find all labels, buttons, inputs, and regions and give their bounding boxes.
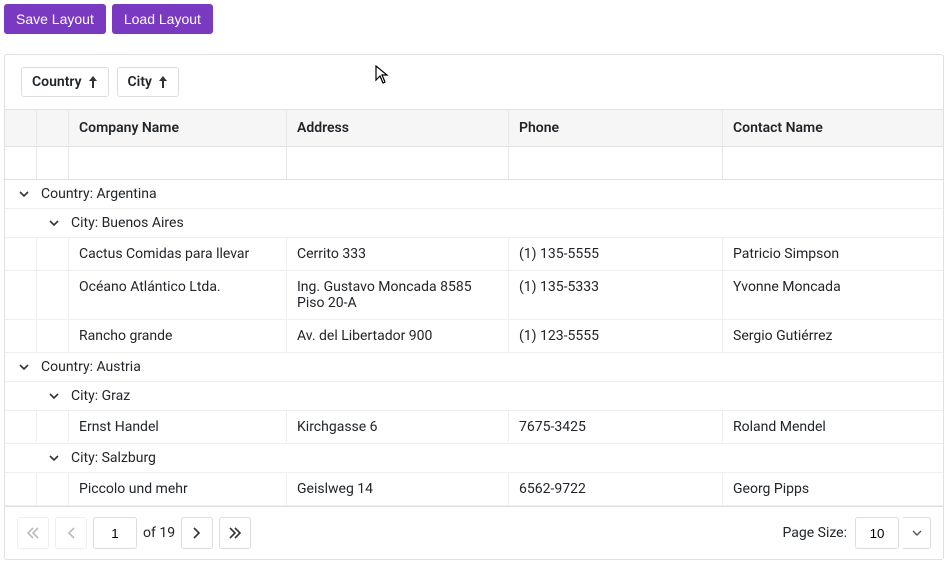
group-label: Country: Argentina [41,186,157,202]
load-layout-button[interactable]: Load Layout [112,4,213,34]
page-total-label: of 19 [143,525,175,541]
table-row[interactable]: Océano Atlántico Ltda.Ing. Gustavo Monca… [5,271,943,320]
indent-cell [5,238,37,270]
group-row-city[interactable]: City: Buenos Aires [5,209,943,238]
last-page-button[interactable] [219,517,251,549]
cell-address: Geislweg 14 [287,473,509,505]
group-row-country[interactable]: Country: Austria [5,353,943,382]
group-row-city[interactable]: City: Graz [5,382,943,411]
filter-indent [37,147,69,179]
header-company[interactable]: Company Name [69,110,287,146]
cell-phone: 6562-9722 [509,473,723,505]
cell-address: Av. del Libertador 900 [287,320,509,352]
cell-phone: (1) 123-5555 [509,320,723,352]
filter-address[interactable] [287,147,509,179]
indent-cell [5,320,37,352]
data-grid: Country City Company Name Address Phone … [4,54,944,560]
group-row-country[interactable]: Country: Argentina [5,180,943,209]
table-row[interactable]: Piccolo und mehrGeislweg 146562-9722Geor… [5,473,943,506]
header-address[interactable]: Address [287,110,509,146]
group-row-city[interactable]: City: Salzburg [5,444,943,473]
sort-asc-icon [158,76,168,88]
cell-company: Rancho grande [69,320,287,352]
filter-indent [5,147,37,179]
group-label: City: Graz [71,388,130,404]
header-contact[interactable]: Contact Name [723,110,943,146]
chevron-down-icon[interactable] [17,187,31,201]
cursor-icon [375,65,393,87]
cell-contact: Georg Pipps [723,473,943,505]
indent-cell [37,320,69,352]
indent-cell [5,411,37,443]
indent-cell [37,473,69,505]
cell-phone: 7675-3425 [509,411,723,443]
cell-company: Ernst Handel [69,411,287,443]
filter-company[interactable] [69,147,287,179]
chevron-down-icon[interactable] [17,360,31,374]
cell-company: Océano Atlántico Ltda. [69,271,287,319]
chevron-down-icon[interactable] [47,389,61,403]
cell-address: Cerrito 333 [287,238,509,270]
pager: of 19 Page Size: [5,506,943,559]
group-label: City: Salzburg [71,450,156,466]
cell-contact: Roland Mendel [723,411,943,443]
chevron-down-icon[interactable] [47,216,61,230]
first-page-button[interactable] [17,517,49,549]
table-row[interactable]: Ernst HandelKirchgasse 67675-3425Roland … [5,411,943,444]
page-size-dropdown[interactable] [903,517,931,549]
group-label: City: Buenos Aires [71,215,184,231]
group-label: Country: Austria [41,359,141,375]
page-size-input[interactable] [855,517,899,549]
indent-cell [5,473,37,505]
cell-phone: (1) 135-5333 [509,271,723,319]
table-row[interactable]: Rancho grandeAv. del Libertador 900(1) 1… [5,320,943,353]
cell-contact: Patricio Simpson [723,238,943,270]
chevron-down-icon[interactable] [47,451,61,465]
indent-cell [37,411,69,443]
cell-company: Piccolo und mehr [69,473,287,505]
chip-label: Country [32,74,82,90]
header-indent [37,110,69,146]
header-phone[interactable]: Phone [509,110,723,146]
cell-address: Ing. Gustavo Moncada 8585 Piso 20-A [287,271,509,319]
sort-asc-icon [88,76,98,88]
chip-label: City [128,74,152,90]
page-number-input[interactable] [93,517,137,549]
prev-page-button[interactable] [55,517,87,549]
group-chip-country[interactable]: Country [21,67,109,97]
indent-cell [37,238,69,270]
group-chip-city[interactable]: City [117,67,179,97]
table-row[interactable]: Cactus Comidas para llevarCerrito 333(1)… [5,238,943,271]
cell-phone: (1) 135-5555 [509,238,723,270]
grid-body: Country: Argentina City: Buenos Aires Cact… [5,180,943,506]
cell-contact: Sergio Gutiérrez [723,320,943,352]
filter-contact[interactable] [723,147,943,179]
filter-phone[interactable] [509,147,723,179]
indent-cell [37,271,69,319]
cell-company: Cactus Comidas para llevar [69,238,287,270]
next-page-button[interactable] [181,517,213,549]
column-headers: Company Name Address Phone Contact Name [5,110,943,147]
group-panel[interactable]: Country City [5,55,943,110]
save-layout-button[interactable]: Save Layout [4,4,106,34]
header-indent [5,110,37,146]
toolbar: Save Layout Load Layout [4,4,944,34]
filter-row [5,147,943,180]
page-size-label: Page Size: [783,525,848,541]
indent-cell [5,271,37,319]
cell-contact: Yvonne Moncada [723,271,943,319]
cell-address: Kirchgasse 6 [287,411,509,443]
